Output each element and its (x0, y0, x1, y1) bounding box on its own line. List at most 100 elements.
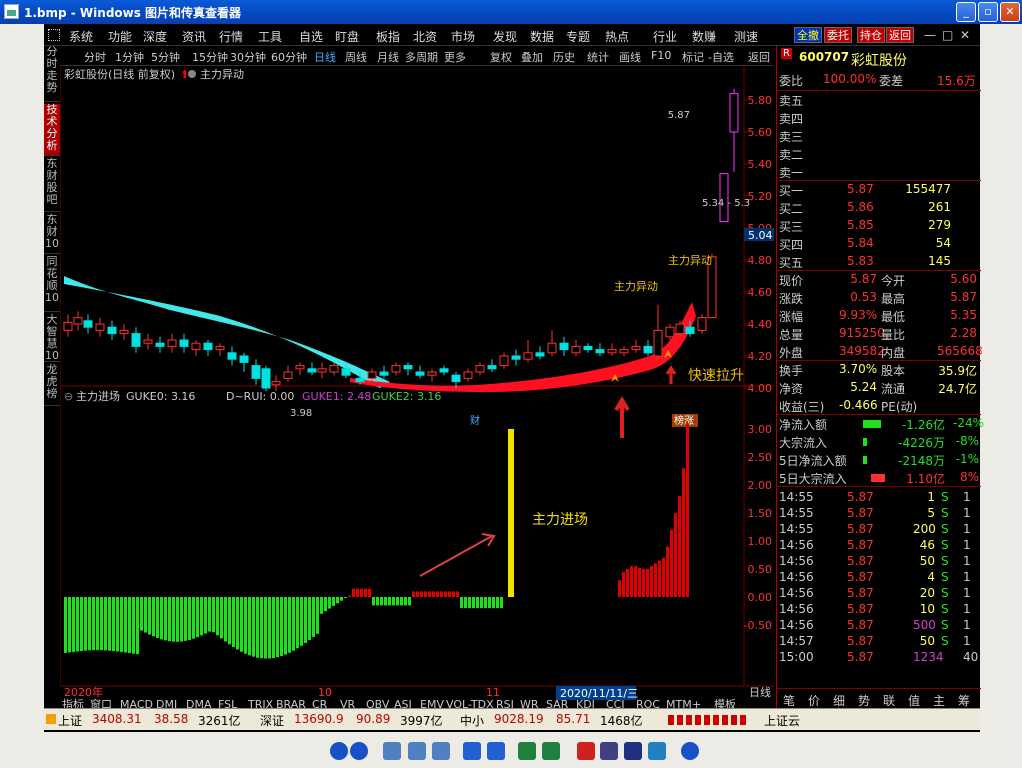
stat-label: 涨跌 (779, 292, 804, 306)
period-tab[interactable]: 30分钟 (230, 49, 266, 65)
menu-item[interactable]: 功能 (108, 28, 132, 45)
menu-item[interactable]: 工具 (258, 28, 282, 45)
delete-icon[interactable] (577, 742, 595, 760)
menu-item[interactable]: 发现 (493, 28, 517, 45)
red-diagonal-arrow-icon (419, 533, 496, 577)
side-tab[interactable]: 大智慧10 (44, 314, 60, 362)
period-tab[interactable]: 15分钟 (192, 49, 228, 65)
menu-tag-button[interactable]: 委托 (824, 27, 852, 43)
menu-tag-button[interactable]: 持仓 (857, 27, 885, 43)
zoom-in-icon[interactable] (463, 742, 481, 760)
period-tab[interactable]: 5分钟 (151, 49, 180, 65)
app-window-max-icon[interactable]: □ (942, 28, 953, 42)
chart-action-button[interactable]: 统计 (587, 49, 609, 65)
flow-label: 大宗流入 (779, 436, 828, 450)
quote-tab[interactable]: 价 (808, 692, 820, 709)
candle-body (523, 352, 533, 360)
indicator-bar (634, 566, 637, 597)
stat-label: 总量 (779, 328, 804, 342)
chart-canvas[interactable]: 彩虹股份(日线 前复权)⬆主力异动5.805.605.405.205.004.8… (59, 66, 774, 711)
quote-tab[interactable]: 笔 (783, 692, 795, 709)
menu-item[interactable]: 北资 (413, 28, 437, 45)
menu-item[interactable]: 数赚 (692, 28, 716, 45)
side-tab[interactable]: 龙虎榜 (44, 364, 60, 406)
print-icon[interactable] (600, 742, 618, 760)
maximize-button[interactable]: ▫ (978, 2, 998, 22)
quote-tab[interactable]: 联 (883, 692, 895, 709)
menu-item[interactable]: 行业 (653, 28, 677, 45)
menu-item[interactable]: 自选 (299, 28, 323, 45)
slideshow-icon[interactable] (432, 742, 450, 760)
actual-size-icon[interactable] (408, 742, 426, 760)
menu-item[interactable]: 资讯 (182, 28, 206, 45)
side-tab[interactable]: 技术分析 (44, 104, 60, 156)
zoom-out-icon[interactable] (487, 742, 505, 760)
chart-action-button[interactable]: -自选 (708, 49, 734, 65)
kline-chart[interactable]: 彩虹股份(日线 前复权)⬆主力异动5.805.605.405.205.004.8… (59, 66, 774, 711)
side-tab[interactable]: 分时走势 (44, 46, 60, 102)
menu-item[interactable]: 市场 (451, 28, 475, 45)
price-tick-label: 5.20 (748, 190, 773, 203)
chart-action-button[interactable]: 返回 (748, 49, 770, 65)
period-tab[interactable]: 1分钟 (115, 49, 144, 65)
side-tab[interactable]: 东财10 (44, 214, 60, 254)
period-tab[interactable]: 更多 (444, 49, 466, 65)
prev-image-icon[interactable] (330, 742, 348, 760)
rotate-ccw-icon[interactable] (542, 742, 560, 760)
side-tab[interactable]: 东财股吧 (44, 158, 60, 212)
period-tab[interactable]: 日线 (314, 49, 336, 65)
indicator-bar (248, 597, 251, 656)
chart-action-button[interactable]: 标记 (682, 49, 704, 65)
indicator-bar (348, 595, 351, 597)
app-window-close-icon[interactable]: ✕ (960, 28, 970, 42)
chart-action-button[interactable]: 叠加 (521, 49, 543, 65)
quote-tab[interactable]: 筹 (958, 692, 970, 709)
menu-item[interactable]: 深度 (143, 28, 167, 45)
indicator-bar (678, 496, 681, 597)
period-tab[interactable]: 多周期 (405, 49, 438, 65)
candle-body (675, 323, 685, 335)
chart-action-button[interactable]: F10 (651, 49, 671, 62)
menu-item[interactable]: 行情 (219, 28, 243, 45)
quote-tab[interactable]: 细 (833, 692, 845, 709)
menu-item[interactable]: 热点 (605, 28, 629, 45)
quote-tab[interactable]: 主 (933, 692, 945, 709)
minimize-button[interactable]: _ (956, 2, 976, 22)
period-tab[interactable]: 60分钟 (271, 49, 307, 65)
indicator-bar (388, 597, 391, 606)
rotate-cw-icon[interactable] (518, 742, 536, 760)
edit-icon[interactable] (648, 742, 666, 760)
next-image-icon[interactable] (350, 742, 368, 760)
close-button[interactable]: ✕ (1000, 2, 1020, 22)
indicator-bar (472, 597, 475, 609)
side-tab[interactable]: 同花顺10 (44, 256, 60, 312)
price-tick-label: 4.60 (748, 286, 773, 299)
period-tab[interactable]: 月线 (377, 49, 399, 65)
indicator-bar (68, 597, 71, 653)
period-tab[interactable]: 分时 (84, 49, 106, 65)
index-tail[interactable]: 上证云 (764, 712, 800, 729)
tick-time: 14:55 (779, 490, 814, 504)
menu-item[interactable]: 测速 (734, 28, 758, 45)
menu-item[interactable]: 专题 (566, 28, 590, 45)
chart-action-button[interactable]: 画线 (619, 49, 641, 65)
indicator-bar (256, 597, 259, 658)
help-icon[interactable] (681, 742, 699, 760)
indicator-bar (674, 513, 677, 597)
menu-item[interactable]: 数据 (530, 28, 554, 45)
best-fit-icon[interactable] (383, 742, 401, 760)
menu-item[interactable]: 板指 (376, 28, 400, 45)
quote-tab[interactable]: 势 (858, 692, 870, 709)
chart-title: 彩虹股份(日线 前复权) (64, 67, 175, 81)
chart-action-button[interactable]: 历史 (553, 49, 575, 65)
chart-action-button[interactable]: 复权 (490, 49, 512, 65)
quote-tab[interactable]: 值 (908, 692, 920, 709)
indicator-bar (172, 597, 175, 642)
period-tab[interactable]: 周线 (345, 49, 367, 65)
menu-item[interactable]: 盯盘 (335, 28, 359, 45)
app-window-min-icon[interactable]: — (924, 28, 936, 42)
menu-tag-button[interactable]: 全撤 (794, 27, 822, 43)
save-icon[interactable] (624, 742, 642, 760)
menu-tag-button[interactable]: 返回 (886, 27, 914, 43)
menu-item[interactable]: 系统 (69, 28, 93, 45)
